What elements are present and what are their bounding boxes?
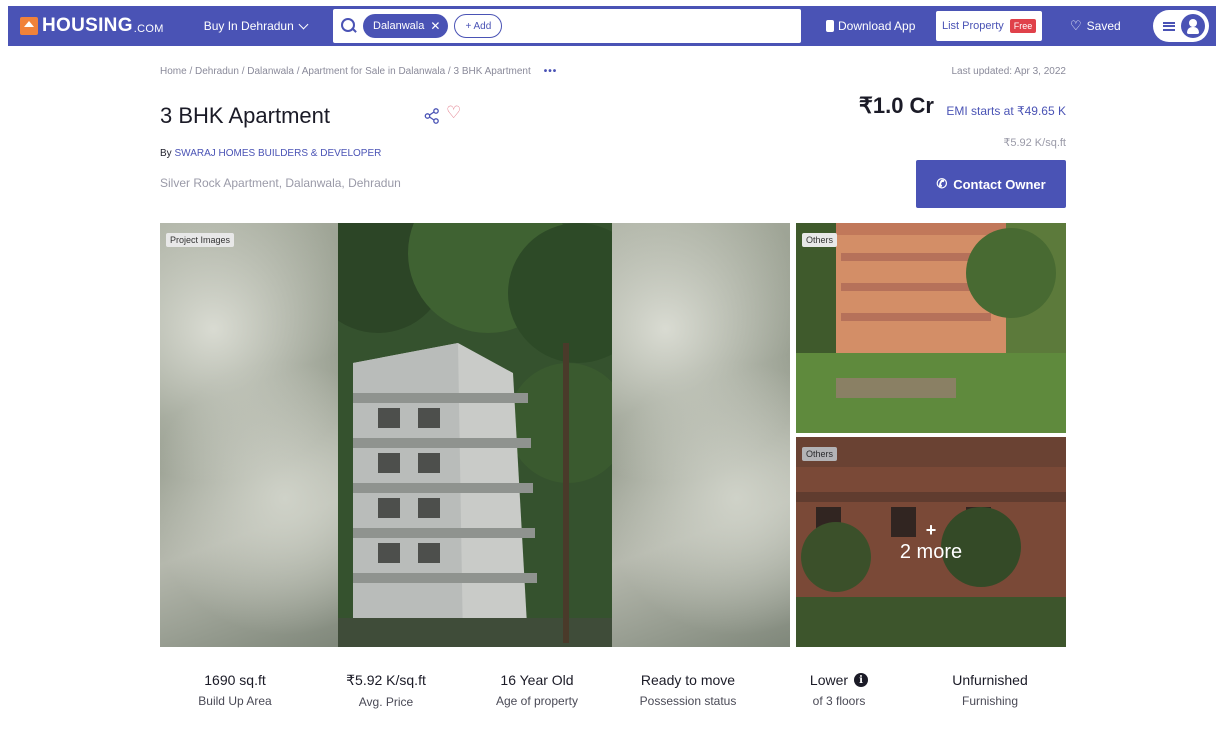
stat-value: Ready to move — [640, 672, 736, 688]
user-menu-button[interactable] — [1153, 10, 1209, 42]
plus-icon: + — [925, 519, 937, 540]
stat-value: Unfurnished — [952, 672, 1028, 688]
last-updated: Last updated: Apr 3, 2022 — [951, 66, 1066, 77]
stat-build-up-area: 1690 sq.ft Build Up Area — [160, 672, 310, 708]
share-icon[interactable] — [424, 108, 440, 124]
builder-prefix: By — [160, 148, 172, 159]
buy-in-label: Buy In Dehradun — [203, 19, 294, 33]
property-price: ₹1.0 Cr — [858, 93, 934, 118]
stat-label: of 3 floors — [812, 694, 866, 708]
stat-floor: Lower i of 3 floors — [764, 672, 914, 708]
close-icon[interactable]: ✕ — [430, 19, 440, 33]
price-per-sqft: ₹5.92 K/sq.ft — [1003, 137, 1066, 149]
download-app-label: Download App — [838, 19, 916, 33]
emi-link[interactable]: EMI starts at ₹49.65 K — [946, 104, 1066, 118]
free-badge: Free — [1009, 19, 1037, 33]
user-avatar-icon — [1181, 14, 1205, 38]
stat-label: Avg. Price — [358, 695, 414, 709]
saved-label: Saved — [1086, 19, 1121, 33]
others-photo-2[interactable]: Others + 2 more — [796, 437, 1066, 647]
stat-avg-price: ₹5.92 K/sq.ft Avg. Price — [311, 672, 461, 709]
logo-suffix: .COM — [133, 22, 164, 35]
stat-value-row: Lower i — [764, 672, 914, 688]
housing-logo[interactable]: HOUSING .COM — [20, 15, 164, 37]
search-bar[interactable]: Dalanwala ✕ + Add — [333, 9, 801, 43]
phone-icon: ✆ — [936, 176, 948, 191]
others-photo-1[interactable]: Others — [796, 223, 1066, 433]
stat-label: Possession status — [639, 694, 737, 708]
others-tag-1: Others — [802, 233, 838, 247]
mobile-phone-icon — [826, 20, 834, 32]
stat-value: ₹5.92 K/sq.ft — [346, 672, 426, 688]
chevron-down-icon — [298, 19, 309, 29]
builder-name-link[interactable]: SWARAJ HOMES BUILDERS & DEVELOPER — [174, 148, 381, 159]
page-title: 3 BHK Apartment — [160, 103, 330, 128]
project-images-tag: Project Images — [166, 233, 235, 247]
apartment-block-illustration — [796, 223, 1066, 433]
image-gallery[interactable]: Project Images Others Others + 2 more — [160, 223, 1066, 647]
stat-value: 1690 sq.ft — [204, 672, 266, 688]
stat-value: Lower — [809, 672, 849, 688]
stat-label: Age of property — [495, 694, 579, 708]
search-icon — [341, 18, 357, 34]
hamburger-menu-icon — [1163, 21, 1175, 31]
builder-line: By SWARAJ HOMES BUILDERS & DEVELOPER — [160, 148, 381, 159]
stat-label: Furnishing — [961, 694, 1019, 708]
building-illustration — [338, 223, 612, 647]
view-more-photos-overlay[interactable]: + 2 more — [796, 437, 1066, 647]
breadcrumb-trail[interactable]: Home / Dehradun / Dalanwala / Apartment … — [160, 66, 531, 77]
top-navigation-bar: HOUSING .COM Buy In Dehradun Dalanwala ✕… — [8, 6, 1216, 46]
main-building-photo[interactable] — [338, 223, 612, 647]
more-photos-count: 2 more — [899, 540, 963, 563]
stat-value: 16 Year Old — [500, 672, 574, 688]
favorite-heart-icon[interactable]: ♡ — [446, 103, 461, 123]
gallery-blurred-backdrop-left — [160, 223, 338, 647]
stat-age-of-property: 16 Year Old Age of property — [462, 672, 612, 708]
contact-owner-button[interactable]: ✆ Contact Owner — [916, 160, 1066, 208]
stat-furnishing: Unfurnished Furnishing — [915, 672, 1065, 708]
list-property-button[interactable]: List Property Free — [936, 11, 1043, 41]
add-locality-button[interactable]: + Add — [454, 14, 503, 38]
download-app-link[interactable]: Download App — [826, 19, 915, 33]
property-address: Silver Rock Apartment, Dalanwala, Dehrad… — [160, 176, 401, 190]
heart-outline-icon: ♡ — [1070, 18, 1082, 33]
buy-in-city-dropdown[interactable]: Buy In Dehradun — [203, 19, 309, 33]
logo-text: HOUSING — [42, 15, 133, 36]
locality-chip[interactable]: Dalanwala ✕ — [363, 14, 449, 38]
property-stats: 1690 sq.ft Build Up Area ₹5.92 K/sq.ft A… — [160, 672, 1066, 722]
info-icon[interactable]: i — [854, 673, 869, 687]
stat-label: Build Up Area — [198, 694, 272, 708]
contact-owner-label: Contact Owner — [953, 176, 1046, 192]
list-property-label: List Property — [942, 20, 1004, 32]
breadcrumb[interactable]: Home / Dehradun / Dalanwala / Apartment … — [160, 66, 557, 77]
locality-chip-label: Dalanwala — [373, 20, 425, 32]
breadcrumb-more-icon[interactable]: ••• — [544, 66, 558, 77]
saved-link[interactable]: ♡ Saved — [1070, 18, 1121, 34]
stat-possession-status: Ready to move Possession status — [613, 672, 763, 708]
gallery-blurred-backdrop-right — [612, 223, 790, 647]
house-logo-icon — [20, 17, 38, 35]
